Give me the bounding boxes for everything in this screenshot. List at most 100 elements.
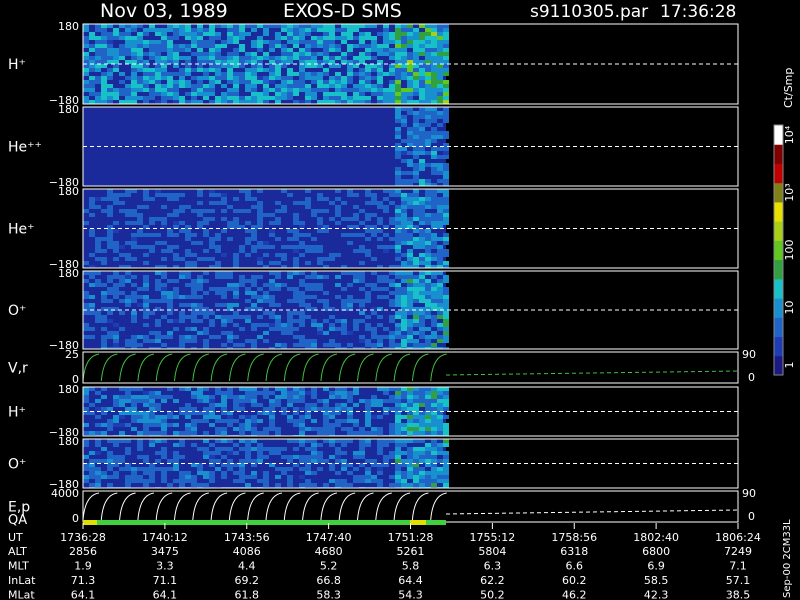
spectrogram-cell <box>371 24 377 28</box>
spectrogram-cell <box>107 319 113 323</box>
spectrogram-cell <box>401 241 407 245</box>
spectrogram-cell <box>323 303 329 307</box>
spectrogram-cell <box>245 24 251 28</box>
spectrogram-cell <box>359 68 365 72</box>
spectrogram-cell <box>299 315 305 319</box>
spectrogram-cell <box>437 315 443 319</box>
spectrogram-cell <box>119 311 125 315</box>
spectrogram-cell <box>89 335 95 339</box>
spectrogram-cell <box>401 213 407 217</box>
spectrogram-cell <box>113 56 119 60</box>
spectrogram-cell <box>425 479 431 483</box>
spectrogram-cell <box>167 88 173 92</box>
spectrogram-cell <box>377 387 383 391</box>
spectrogram-cell <box>275 40 281 44</box>
spectrogram-cell <box>299 387 305 391</box>
spectrogram-cell <box>293 92 299 96</box>
spectrogram-cell <box>95 271 101 275</box>
spectrogram-cell <box>203 471 209 475</box>
spectrogram-cell <box>329 443 335 447</box>
spectrogram-cell <box>407 68 413 72</box>
spectrogram-cell <box>299 303 305 307</box>
spectrogram-cell <box>419 123 425 127</box>
spectrogram-cell <box>179 455 185 459</box>
spectrogram-cell <box>359 76 365 80</box>
ephemeris-value: 6.9 <box>647 560 665 573</box>
spectrogram-cell <box>347 483 353 487</box>
spectrogram-cell <box>215 415 221 419</box>
spectrogram-cell <box>89 44 95 48</box>
spectrogram-cell <box>335 48 341 52</box>
spectrogram-cell <box>149 471 155 475</box>
spectrogram-cell <box>197 311 203 315</box>
spectrogram-cell <box>431 139 437 143</box>
spectrogram-cell <box>185 80 191 84</box>
spectrogram-cell <box>191 327 197 331</box>
spectrogram-cell <box>107 229 113 233</box>
spectrogram-cell <box>443 64 449 68</box>
spectrogram-cell <box>443 100 449 104</box>
spectrogram-cell <box>437 213 443 217</box>
spectrogram-cell <box>263 291 269 295</box>
spectrogram-cell <box>185 327 191 331</box>
spectrogram-cell <box>251 84 257 88</box>
spectrogram-cell <box>179 479 185 483</box>
spectrogram-cell <box>437 205 443 209</box>
spectrogram-cell <box>209 479 215 483</box>
spectrogram-cell <box>431 107 437 111</box>
spectrogram-cell <box>437 111 443 115</box>
spectrogram-cell <box>407 217 413 221</box>
spectrogram-cell <box>359 36 365 40</box>
spectrogram-cell <box>113 291 119 295</box>
spectrogram-cell <box>401 107 407 111</box>
spectrogram-cell <box>275 56 281 60</box>
spectrogram-cell <box>173 467 179 471</box>
spectrogram-cell <box>149 311 155 315</box>
spectrogram-cell <box>251 60 257 64</box>
spectrogram-cell <box>329 455 335 459</box>
spectrogram-cell <box>95 68 101 72</box>
spectrogram-cell <box>143 283 149 287</box>
panel-y-top: 25 <box>65 348 79 361</box>
spectrogram-cell <box>155 64 161 68</box>
spectrogram-cell <box>293 387 299 391</box>
spectrogram-cell <box>209 451 215 455</box>
spectrogram-cell <box>209 24 215 28</box>
spectrogram-cell <box>149 28 155 32</box>
spectrogram-cell <box>437 32 443 36</box>
spectrogram-cell <box>395 147 401 151</box>
spectrogram-cell <box>317 275 323 279</box>
colorbar-tick-label: 10 <box>783 301 796 315</box>
spectrogram-cell <box>149 24 155 28</box>
spectrogram-cell <box>377 275 383 279</box>
spectrogram-cell <box>437 253 443 257</box>
spectrogram-cell <box>341 271 347 275</box>
spectrogram-cell <box>107 467 113 471</box>
spectrogram-cell <box>263 76 269 80</box>
spectrogram-cell <box>311 52 317 56</box>
spectrogram-cell <box>431 331 437 335</box>
spectrogram-cell <box>413 287 419 291</box>
spectrogram-cell <box>269 315 275 319</box>
spectrogram-cell <box>395 56 401 60</box>
spectrogram-cell <box>359 52 365 56</box>
spectrogram-cell <box>443 115 449 119</box>
spectrogram-cell <box>227 60 233 64</box>
spectrogram-cell <box>155 423 161 427</box>
spectrogram-cell <box>101 44 107 48</box>
spectrogram-cell <box>275 447 281 451</box>
spectrogram-cell <box>419 257 425 261</box>
spectrogram-cell <box>311 407 317 411</box>
spectrogram-cell <box>269 88 275 92</box>
spectrogram-cell <box>383 335 389 339</box>
spectrogram-cell <box>347 193 353 197</box>
spectrogram-cell <box>395 399 401 403</box>
spectrogram-cell <box>413 423 419 427</box>
spectrogram-cell <box>137 44 143 48</box>
spectrogram-cell <box>197 201 203 205</box>
spectrogram-cell <box>395 68 401 72</box>
panel-label: He⁺ <box>8 222 35 238</box>
spectrogram-cell <box>269 245 275 249</box>
spectrogram-cell <box>161 249 167 253</box>
spectrogram-cell <box>251 205 257 209</box>
